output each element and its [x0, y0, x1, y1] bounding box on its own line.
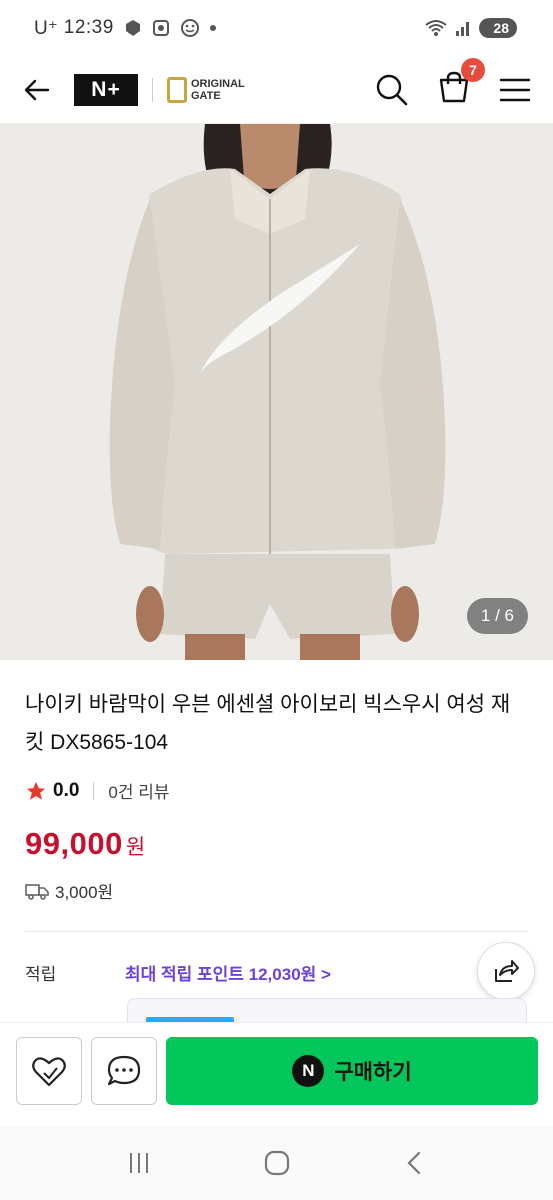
- buy-button[interactable]: N 구매하기: [166, 1037, 538, 1105]
- rating-divider: [93, 781, 95, 800]
- battery-indicator: 28: [479, 18, 517, 38]
- system-nav-bar: [0, 1126, 553, 1200]
- wishlist-button[interactable]: [16, 1037, 82, 1105]
- original-gate-logo[interactable]: ORIGINAL GATE: [167, 76, 245, 103]
- image-counter: 1 / 6: [466, 598, 528, 634]
- product-photo: [0, 124, 553, 660]
- shipping-fee: 3,000원: [25, 878, 113, 903]
- star-icon: [26, 781, 46, 800]
- product-title: 나이키 바람막이 우븐 에센셜 아이보리 빅스우시 여성 재킷 DX5865-1…: [25, 693, 511, 754]
- back-arrow-icon[interactable]: [22, 75, 52, 105]
- face-icon: [180, 19, 199, 37]
- naver-pay-icon: N: [292, 1055, 325, 1087]
- review-count[interactable]: 0건 리뷰: [108, 778, 169, 803]
- heart-icon: [32, 1057, 66, 1087]
- rating-score: 0.0: [53, 779, 80, 801]
- brand-line2: GATE: [191, 89, 221, 102]
- home-icon[interactable]: [262, 1148, 292, 1178]
- clock: 12:39: [63, 17, 114, 38]
- signal-icon: [456, 22, 470, 36]
- price-currency: 원: [125, 836, 146, 859]
- brand-line1: ORIGINAL: [191, 77, 245, 90]
- bottom-action-bar: N 구매하기: [0, 1022, 553, 1122]
- status-bar: U⁺ 12:39 28: [0, 0, 553, 56]
- app-header: N+ ORIGINAL GATE 7: [0, 56, 553, 124]
- share-button[interactable]: [477, 942, 535, 1000]
- cart-button[interactable]: 7: [437, 58, 485, 109]
- naver-plus-logo[interactable]: N+: [74, 73, 138, 106]
- delivery-truck-icon: [25, 883, 49, 900]
- chat-icon: [107, 1055, 141, 1086]
- section-divider: [25, 931, 528, 932]
- header-divider: [152, 77, 153, 102]
- points-row[interactable]: 적립 최대 적립 포인트 12,030원 >: [25, 960, 331, 985]
- scan-icon: [152, 20, 169, 36]
- buy-button-label: 구매하기: [334, 1061, 412, 1084]
- talk-button[interactable]: [91, 1037, 157, 1105]
- recent-apps-icon[interactable]: [125, 1149, 153, 1177]
- price-amount: 99,000: [25, 826, 123, 861]
- product-image-gallery[interactable]: 1 / 6: [0, 124, 553, 660]
- cart-count-badge: 7: [461, 58, 485, 82]
- rating-row[interactable]: 0.0 0건 리뷰: [25, 778, 170, 803]
- original-gate-mark-icon: [167, 76, 187, 103]
- shipping-fee-value: 3,000원: [55, 883, 114, 902]
- back-icon[interactable]: [401, 1149, 429, 1177]
- carrier-label: U⁺: [34, 17, 58, 39]
- notification-dot-icon: [209, 25, 216, 31]
- price: 99,000 원: [25, 826, 145, 862]
- shield-icon: [125, 20, 140, 36]
- points-value-link[interactable]: 최대 적립 포인트 12,030원 >: [125, 960, 331, 985]
- search-icon[interactable]: [375, 73, 409, 107]
- points-label: 적립: [25, 965, 57, 984]
- share-icon: [495, 960, 519, 982]
- menu-icon[interactable]: [499, 77, 531, 103]
- wifi-icon: [425, 20, 448, 36]
